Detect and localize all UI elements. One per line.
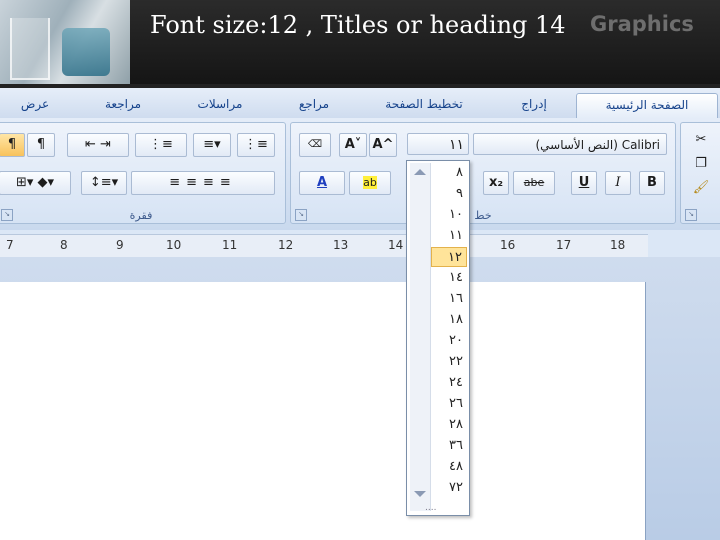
alignment-buttons[interactable]: ≡≡≡≡ — [131, 171, 275, 195]
borders-shading-buttons[interactable]: ⊞▾ ◆▾ — [0, 171, 71, 195]
underline-button[interactable]: U — [571, 171, 597, 195]
tab-references[interactable]: مراجع — [284, 93, 344, 118]
font-size-option[interactable]: ٧٢ — [431, 478, 467, 498]
clipboard-dialog-launcher[interactable]: ↘ — [685, 209, 697, 221]
numbering-button[interactable]: ≡▾ — [193, 133, 231, 157]
clipboard-group: ✂ ❐ 🖌 ↘ — [680, 122, 720, 224]
copy-icon[interactable]: ❐ — [689, 153, 713, 175]
ruler-number: 16 — [500, 238, 516, 252]
ruler-number: 7 — [6, 238, 14, 252]
ribbon: ¶ ¶ ⇤ ⇥ ⋮≡ ≡▾ ⋮≡ ⊞▾ ◆▾ ↕≡▾ ≡≡≡≡ فقرة ↘ ⌫… — [0, 118, 720, 230]
ruler-number: 17 — [556, 238, 572, 252]
cut-icon[interactable]: ✂ — [689, 129, 713, 151]
font-size-option[interactable]: ٨ — [431, 163, 467, 183]
ruler-number: 11 — [222, 238, 238, 252]
ruler-number: 8 — [60, 238, 68, 252]
font-size-box[interactable]: ١١ — [407, 133, 469, 155]
font-size-option[interactable]: ٩ — [431, 184, 467, 204]
font-size-option[interactable]: ١٤ — [431, 268, 467, 288]
shrink-font-button[interactable]: A˅ — [339, 133, 367, 157]
ruler-number: 14 — [388, 238, 404, 252]
multilevel-list-button[interactable]: ⋮≡ — [135, 133, 187, 157]
ruler-number: 12 — [278, 238, 294, 252]
scroll-up-icon[interactable] — [414, 169, 426, 175]
rtl-pilcrow-button[interactable]: ¶ — [0, 133, 25, 157]
font-size-option[interactable]: ٢٨ — [431, 415, 467, 435]
font-dialog-launcher[interactable]: ↘ — [295, 209, 307, 221]
ruler-number: 18 — [610, 238, 626, 252]
scroll-down-icon[interactable] — [414, 491, 426, 497]
paragraph-dialog-launcher[interactable]: ↘ — [1, 209, 13, 221]
ruler-number: 9 — [116, 238, 124, 252]
ruler-number: 13 — [333, 238, 349, 252]
resize-grip[interactable]: .... — [425, 503, 436, 513]
bullets-button[interactable]: ⋮≡ — [237, 133, 275, 157]
grow-font-button[interactable]: A^ — [369, 133, 397, 157]
tab-review[interactable]: مراجعة — [88, 93, 158, 118]
font-size-option[interactable]: ٢٠ — [431, 331, 467, 351]
font-size-option-selected[interactable]: ١٢ — [431, 247, 467, 267]
subscript-button[interactable]: x₂ — [483, 171, 509, 195]
font-color-button[interactable]: A — [299, 171, 345, 195]
font-size-option[interactable]: ٣٦ — [431, 436, 467, 456]
ltr-pilcrow-button[interactable]: ¶ — [27, 133, 55, 157]
tab-mailings[interactable]: مراسلات — [180, 93, 260, 118]
highlight-button-label: ab — [363, 176, 377, 189]
document-page[interactable] — [0, 282, 646, 540]
lab-glassware-photo — [0, 0, 130, 84]
bold-button[interactable]: B — [639, 171, 665, 195]
paragraph-group-label: فقرة — [129, 209, 153, 222]
line-spacing-button[interactable]: ↕≡▾ — [81, 171, 127, 195]
italic-button[interactable]: I — [605, 171, 631, 195]
paragraph-group: ¶ ¶ ⇤ ⇥ ⋮≡ ≡▾ ⋮≡ ⊞▾ ◆▾ ↕≡▾ ≡≡≡≡ فقرة ↘ — [0, 122, 286, 224]
font-name-box[interactable]: Calibri (النص الأساسي) — [473, 133, 667, 155]
slide-title: Font size:12 , Titles or heading 14 — [150, 11, 566, 39]
tab-home[interactable]: الصفحة الرئيسية — [576, 93, 718, 119]
highlight-button[interactable]: ab — [349, 171, 391, 195]
clear-formatting-button[interactable]: ⌫ — [299, 133, 331, 157]
indent-buttons[interactable]: ⇤ ⇥ — [67, 133, 129, 157]
watermark: Graphics — [590, 12, 694, 36]
format-painter-icon[interactable]: 🖌 — [689, 177, 713, 199]
font-size-option[interactable]: ٤٨ — [431, 457, 467, 477]
beaker-shape — [10, 18, 50, 80]
ribbon-tabs: الصفحة الرئيسية إدراج تخطيط الصفحة مراجع… — [0, 88, 720, 119]
strikethrough-button[interactable]: abe — [513, 171, 555, 195]
ruler-number: 10 — [166, 238, 182, 252]
font-size-dropdown: ٨ ٩ ١٠ ١١ ١٢ ١٤ ١٦ ١٨ ٢٠ ٢٢ ٢٤ ٢٦ ٢٨ ٣٦ … — [406, 160, 470, 516]
font-size-option[interactable]: ٢٢ — [431, 352, 467, 372]
font-size-option[interactable]: ٢٤ — [431, 373, 467, 393]
slide-banner: Graphics Font size:12 , Titles or headin… — [0, 0, 720, 84]
tab-page-layout[interactable]: تخطيط الصفحة — [368, 93, 480, 118]
font-size-option[interactable]: ١٠ — [431, 205, 467, 225]
font-size-option[interactable]: ١١ — [431, 226, 467, 246]
tab-view[interactable]: عرض — [8, 93, 62, 118]
font-group-label: خط — [474, 209, 492, 222]
font-size-option[interactable]: ٢٦ — [431, 394, 467, 414]
tab-insert[interactable]: إدراج — [504, 93, 564, 118]
ruler: 7 8 9 10 11 12 13 14 16 17 18 — [0, 234, 648, 258]
flask-shape — [62, 28, 110, 76]
dropdown-scrollbar[interactable] — [410, 163, 431, 511]
font-size-option[interactable]: ١٨ — [431, 310, 467, 330]
font-size-option[interactable]: ١٦ — [431, 289, 467, 309]
font-group: ⌫ A˅ A^ ١١ Calibri (النص الأساسي) A ab x… — [290, 122, 676, 224]
